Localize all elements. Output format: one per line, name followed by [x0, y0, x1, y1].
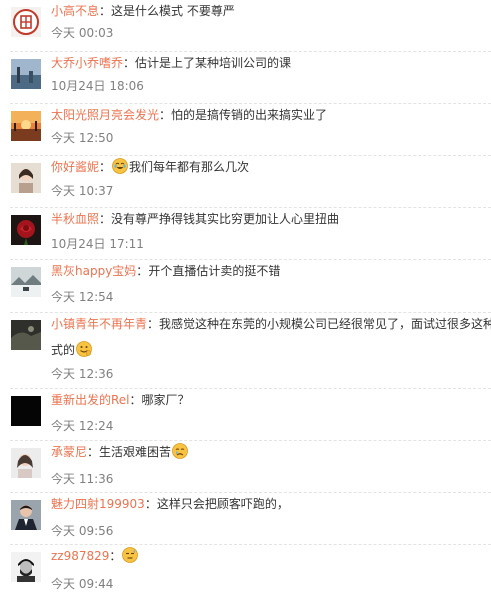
comment-text: 这是什么模式 不要尊严: [111, 4, 235, 18]
comment-text-continued: 式的: [51, 343, 76, 357]
comment-item: 半秋血照：没有尊严挣得钱其实比穷更加让人心里扭曲 10月24日 17:11: [0, 208, 491, 260]
comment-item: zz987829： 今天 09:44: [0, 545, 491, 597]
comment-timestamp: 今天 12:50: [51, 131, 114, 145]
comment-username[interactable]: 大乔小乔嗜乔: [51, 56, 123, 70]
comment-timestamp: 今天 12:24: [51, 419, 114, 433]
comment-item: 小镇青年不再年青：我感觉这种在东莞的小规模公司已经很常见了，面试过很多这种 式的…: [0, 313, 491, 389]
comment-text: 怕的是搞传销的出来搞实业了: [171, 108, 328, 122]
comment-item: 重新出发的Rel：哪家厂？ 今天 12:24: [0, 389, 491, 441]
black-avatar[interactable]: [11, 396, 41, 426]
comment-timestamp: 10月24日 18:06: [51, 79, 144, 93]
rose-avatar[interactable]: [11, 215, 41, 245]
comment-username[interactable]: 魅力四射199903: [51, 497, 145, 511]
comment-item: 承蒙尼：生活艰难困苦 今天 11:36: [0, 441, 491, 493]
comment-username[interactable]: 小高不息: [51, 4, 99, 18]
person-avatar[interactable]: [11, 163, 41, 193]
comment-username[interactable]: 黑灰happy宝妈: [51, 264, 136, 278]
comment-text: 开个直播估计卖的挺不错: [148, 264, 281, 278]
laugh-cry-emoji: [112, 158, 128, 174]
comment-username[interactable]: 承蒙尼: [51, 445, 87, 459]
seal-avatar[interactable]: [11, 7, 41, 37]
comment-timestamp: 今天 12:36: [51, 367, 114, 381]
dark-avatar[interactable]: [11, 320, 41, 350]
comment-timestamp: 今天 10:37: [51, 184, 114, 198]
sunset-avatar[interactable]: [11, 111, 41, 141]
grin-emoji: [76, 341, 92, 357]
comment-username[interactable]: zz987829: [51, 549, 109, 563]
comment-item: 黑灰happy宝妈：开个直播估计卖的挺不错 今天 12:54: [0, 260, 491, 313]
comment-text: 估计是上了某种培训公司的课: [135, 56, 292, 70]
sad-emoji: [172, 443, 188, 459]
comment-username[interactable]: 半秋血照: [51, 212, 99, 226]
snow-avatar[interactable]: [11, 267, 41, 297]
comment-text: 这样只会把顾客吓跑的，: [156, 497, 289, 511]
suit-avatar[interactable]: [11, 500, 41, 530]
comment-item: 太阳光照月亮会发光：怕的是搞传销的出来搞实业了 今天 12:50: [0, 104, 491, 156]
comment-text: 我感觉这种在东莞的小规模公司已经很常见了，面试过很多这种: [159, 317, 491, 331]
comment-timestamp: 10月24日 17:11: [51, 237, 144, 251]
comment-text: 生活艰难困苦: [99, 445, 172, 459]
comment-item: 小高不息：这是什么模式 不要尊严 今天 00:03: [0, 0, 491, 52]
landscape-avatar[interactable]: [11, 59, 41, 89]
comment-username[interactable]: 重新出发的Rel: [51, 393, 130, 407]
comment-username[interactable]: 你好酱妮: [51, 160, 99, 174]
person2-avatar[interactable]: [11, 448, 41, 478]
comment-username[interactable]: 小镇青年不再年青: [51, 317, 147, 331]
comment-item: 大乔小乔嗜乔：估计是上了某种培训公司的课 10月24日 18:06: [0, 52, 491, 104]
comment-timestamp: 今天 09:56: [51, 524, 114, 538]
comment-timestamp: 今天 09:44: [51, 577, 114, 591]
comment-text: 我们每年都有那么几次: [129, 160, 250, 174]
comment-item: 魅力四射199903：这样只会把顾客吓跑的， 今天 09:56: [0, 493, 491, 545]
comment-timestamp: 今天 00:03: [51, 26, 114, 40]
sweat-emoji: [122, 547, 139, 563]
comment-username[interactable]: 太阳光照月亮会发光: [51, 108, 159, 122]
comment-text: 哪家厂？: [141, 393, 190, 407]
comment-timestamp: 今天 11:36: [51, 472, 114, 486]
comment-text: 没有尊严挣得钱其实比穷更加让人心里扭曲: [111, 212, 340, 226]
portrait-avatar[interactable]: [11, 552, 41, 582]
comment-item: 你好酱妮： 我们每年都有那么几次 今天 10:37: [0, 156, 491, 208]
comment-timestamp: 今天 12:54: [51, 290, 114, 304]
